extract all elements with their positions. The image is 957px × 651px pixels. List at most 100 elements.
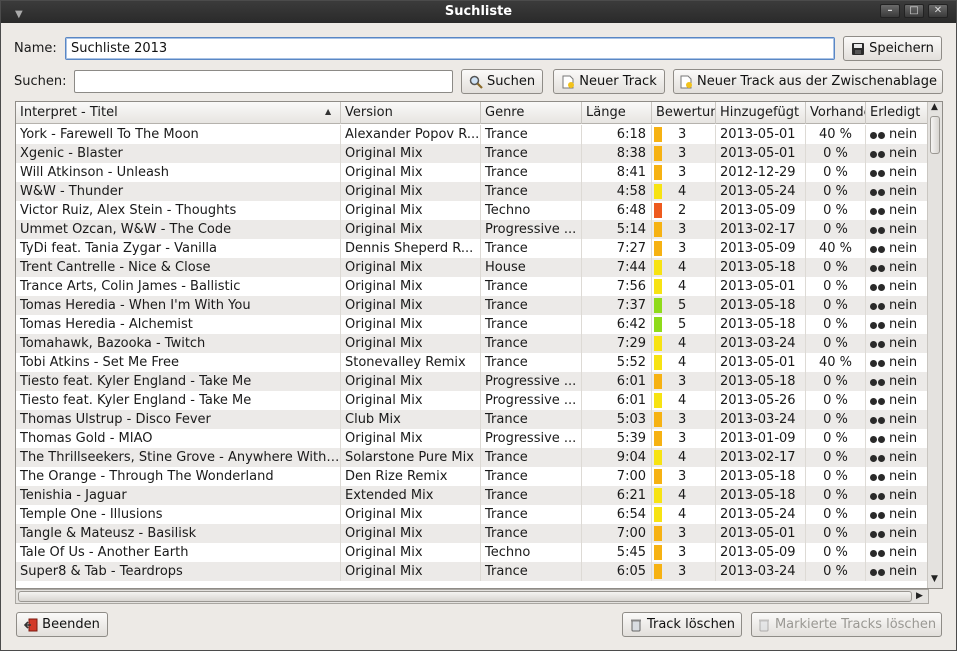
table-row[interactable]: Tomahawk, Bazooka - Twitch Original Mix Tr… (16, 334, 928, 353)
binoculars-icon[interactable] (870, 472, 885, 482)
table-row[interactable]: Tiesto feat. Kyler England - Take Me Orig… (16, 391, 928, 410)
binoculars-icon[interactable] (870, 358, 885, 368)
new-track-button[interactable]: Neuer Track (553, 69, 665, 94)
rating-value: 3 (678, 431, 687, 446)
table-row[interactable]: Tangle & Mateusz - Basilisk Original Mix T… (16, 524, 928, 543)
horizontal-scrollbar[interactable]: ▶ (15, 589, 929, 604)
save-button[interactable]: Speichern (843, 36, 942, 61)
table-row[interactable]: The Orange - Through The Wonderland Den R… (16, 467, 928, 486)
header-col-added[interactable]: Hinzugefügt (716, 102, 806, 124)
table-row[interactable]: Tenishia - Jaguar Extended Mix Trance 6:21 4… (16, 486, 928, 505)
binoculars-icon[interactable] (870, 529, 885, 539)
table-row[interactable]: The Thrillseekers, Stine Grove - Anywher… (16, 448, 928, 467)
cell-added: 2013-05-01 (716, 277, 806, 296)
table-row[interactable]: Tiesto feat. Kyler England - Take Me Orig… (16, 372, 928, 391)
table-row[interactable]: Tomas Heredia - Alchemist Original Mix Tra… (16, 315, 928, 334)
table-row[interactable]: Trent Cantrelle - Nice & Close Original M… (16, 258, 928, 277)
binoculars-icon[interactable] (870, 168, 885, 178)
cell-artist-title: TyDi feat. Tania Zygar - Vanilla (16, 239, 341, 258)
table-row[interactable]: Tobi Atkins - Set Me Free Stonevalley Rem… (16, 353, 928, 372)
delete-track-button[interactable]: Track löschen (622, 612, 742, 637)
header-col-rating[interactable]: Bewertung (652, 102, 716, 124)
table-row[interactable]: Thomas Gold - MIAO Original Mix Progressiv… (16, 429, 928, 448)
cell-artist-title: Ummet Ozcan, W&W - The Code (16, 220, 341, 239)
search-list-window: ▼ Suchliste – □ ✕ Name: Speichern Suchen… (0, 0, 957, 651)
track-table[interactable]: Interpret - Titel Version Genre Länge Bewert… (15, 101, 943, 589)
vertical-scroll-thumb[interactable] (930, 116, 940, 154)
cell-added: 2013-05-01 (716, 125, 806, 144)
rating-bar (654, 469, 662, 484)
table-row[interactable]: Ummet Ozcan, W&W - The Code Original Mix P… (16, 220, 928, 239)
horizontal-scroll-thumb[interactable] (18, 591, 912, 602)
binoculars-icon[interactable] (870, 244, 885, 254)
table-row[interactable]: Tale Of Us - Another Earth Original Mix Te… (16, 543, 928, 562)
binoculars-icon[interactable] (870, 301, 885, 311)
header-col-genre[interactable]: Genre (481, 102, 582, 124)
cell-rating: 3 (652, 372, 716, 391)
search-button[interactable]: Suchen (461, 69, 543, 94)
table-row[interactable]: Victor Ruiz, Alex Stein - Thoughts Origin… (16, 201, 928, 220)
cell-length: 5:03 (582, 410, 652, 429)
scroll-down-icon[interactable]: ▼ (931, 574, 938, 584)
header-col-done[interactable]: Erledigt (866, 102, 928, 124)
header-col-version[interactable]: Version (341, 102, 481, 124)
name-input[interactable] (65, 37, 835, 60)
cell-rating: 3 (652, 467, 716, 486)
table-row[interactable]: Xgenic - Blaster Original Mix Trance 8:38 3 2… (16, 144, 928, 163)
vertical-scrollbar[interactable]: ▲ ▼ (927, 102, 942, 588)
maximize-icon[interactable]: □ (904, 4, 924, 18)
binoculars-icon[interactable] (870, 415, 885, 425)
cell-genre: Techno (481, 543, 582, 562)
name-label: Name: (14, 41, 57, 56)
binoculars-icon[interactable] (870, 396, 885, 406)
new-track-from-clipboard-button[interactable]: Neuer Track aus der Zwischenablage (673, 69, 943, 94)
binoculars-icon[interactable] (870, 510, 885, 520)
table-row[interactable]: W&W - Thunder Original Mix Trance 4:58 4 2013… (16, 182, 928, 201)
scroll-up-icon[interactable]: ▲ (931, 102, 938, 112)
rating-value: 3 (678, 564, 687, 579)
cell-rating: 4 (652, 391, 716, 410)
binoculars-icon[interactable] (870, 282, 885, 292)
binoculars-icon[interactable] (870, 130, 885, 140)
binoculars-icon[interactable] (870, 434, 885, 444)
table-row[interactable]: Thomas Ulstrup - Disco Fever Club Mix Tran… (16, 410, 928, 429)
close-icon[interactable]: ✕ (928, 4, 948, 18)
table-row[interactable]: York - Farewell To The Moon Alexander Pop… (16, 125, 928, 144)
binoculars-icon[interactable] (870, 339, 885, 349)
binoculars-icon[interactable] (870, 206, 885, 216)
binoculars-icon[interactable] (870, 453, 885, 463)
binoculars-icon[interactable] (870, 225, 885, 235)
cell-available: 0 % (806, 524, 866, 543)
cell-artist-title: Tomahawk, Bazooka - Twitch (16, 334, 341, 353)
search-input[interactable] (74, 70, 453, 93)
table-row[interactable]: TyDi feat. Tania Zygar - Vanilla Dennis S… (16, 239, 928, 258)
delete-marked-tracks-button[interactable]: Markierte Tracks löschen (751, 612, 942, 637)
binoculars-icon[interactable] (870, 149, 885, 159)
cell-rating: 4 (652, 505, 716, 524)
cell-added: 2013-05-09 (716, 543, 806, 562)
table-row[interactable]: Super8 & Tab - Teardrops Original Mix Tran… (16, 562, 928, 581)
rating-bar (654, 526, 662, 541)
window-menu-icon[interactable]: ▼ (15, 4, 23, 26)
cell-available: 0 % (806, 562, 866, 581)
table-row[interactable]: Will Atkinson - Unleash Original Mix Tranc… (16, 163, 928, 182)
quit-button[interactable]: Beenden (16, 612, 108, 637)
binoculars-icon[interactable] (870, 377, 885, 387)
binoculars-icon[interactable] (870, 263, 885, 273)
header-col-length[interactable]: Länge (582, 102, 652, 124)
cell-rating: 2 (652, 201, 716, 220)
binoculars-icon[interactable] (870, 567, 885, 577)
binoculars-icon[interactable] (870, 548, 885, 558)
cell-artist-title: Tiesto feat. Kyler England - Take Me (16, 372, 341, 391)
table-row[interactable]: Temple One - Illusions Original Mix Trance… (16, 505, 928, 524)
header-col-artist-title[interactable]: Interpret - Titel (16, 102, 341, 124)
table-row[interactable]: Tomas Heredia - When I'm With You Origina… (16, 296, 928, 315)
binoculars-icon[interactable] (870, 491, 885, 501)
minimize-icon[interactable]: – (880, 4, 900, 18)
binoculars-icon[interactable] (870, 187, 885, 197)
binoculars-icon[interactable] (870, 320, 885, 330)
done-value: nein (889, 336, 918, 351)
scroll-right-icon[interactable]: ▶ (916, 591, 923, 601)
header-col-available[interactable]: Vorhanden (806, 102, 866, 124)
table-row[interactable]: Trance Arts, Colin James - Ballistic Orig… (16, 277, 928, 296)
